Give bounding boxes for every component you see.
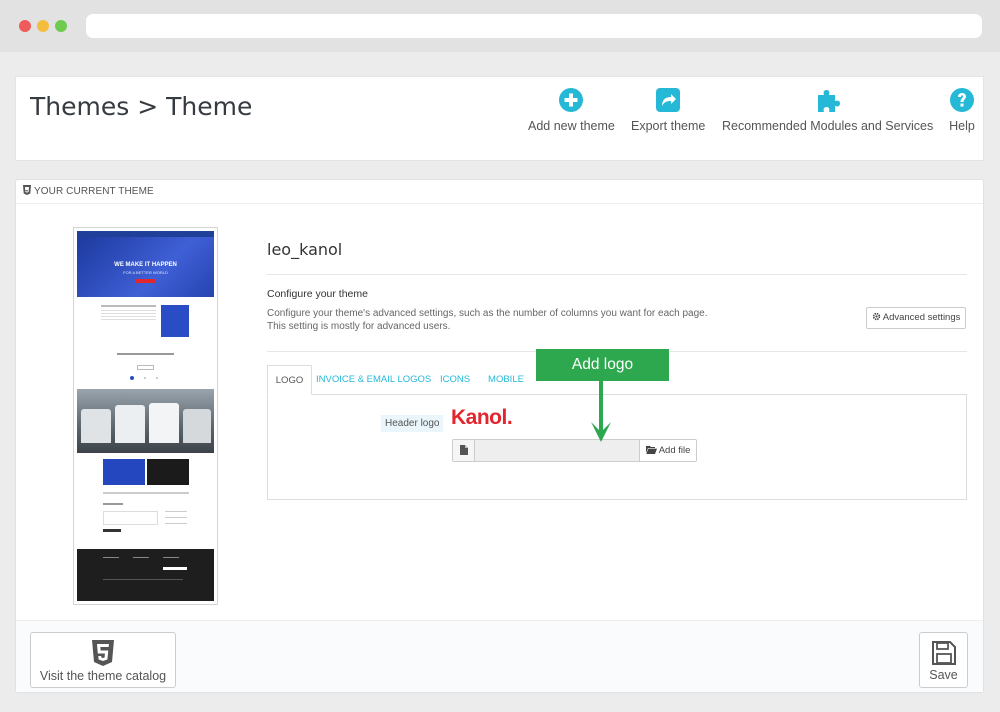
file-icon — [453, 440, 475, 461]
preview-about-section — [77, 303, 214, 345]
logo-tab-pane: Header logo Kanol. Add file — [267, 394, 967, 500]
preview-brands — [77, 489, 214, 497]
preview-trucks-image — [77, 389, 214, 453]
floppy-disk-icon — [931, 641, 956, 665]
preview-hero-button — [135, 279, 155, 283]
add-file-button[interactable]: Add file — [639, 440, 696, 461]
visit-theme-catalog-label: Visit the theme catalog — [39, 669, 167, 683]
configure-title: Configure your theme — [267, 288, 368, 300]
recommended-modules-button[interactable]: Recommended Modules and Services — [722, 87, 933, 133]
recommended-modules-label: Recommended Modules and Services — [722, 119, 934, 133]
help-label: Help — [949, 119, 975, 133]
annotation-arrow-icon — [591, 380, 611, 442]
window-close-dot[interactable] — [19, 20, 31, 32]
html5-small-icon — [23, 185, 31, 195]
theme-preview-image: WE MAKE IT HAPPEN FOR A BETTER WORLD — [77, 231, 214, 601]
preview-testimonial — [77, 351, 214, 381]
window-minimize-dot[interactable] — [37, 20, 49, 32]
tab-mobile[interactable]: MOBILE — [482, 365, 530, 395]
add-new-theme-label: Add new theme — [528, 119, 615, 133]
page-title: Themes > Theme — [30, 92, 253, 121]
logo-file-upload: Add file — [452, 439, 697, 462]
file-name-input[interactable] — [475, 440, 639, 461]
advanced-settings-button[interactable]: Advanced settings — [866, 307, 966, 329]
tab-logo[interactable]: LOGO — [267, 365, 312, 395]
preview-banners — [77, 459, 214, 485]
panel-heading: YOUR CURRENT THEME — [16, 180, 983, 204]
current-theme-panel: YOUR CURRENT THEME WE MAKE IT HAPPEN FOR… — [15, 179, 984, 693]
address-bar[interactable] — [86, 14, 982, 38]
preview-hero-subtext: FOR A BETTER WORLD — [123, 270, 168, 275]
tab-icons[interactable]: ICONS — [433, 365, 477, 395]
preview-footer — [77, 549, 214, 601]
current-logo-image: Kanol. — [451, 406, 513, 429]
save-label: Save — [929, 668, 958, 682]
divider — [267, 274, 967, 275]
export-theme-label: Export theme — [631, 119, 706, 133]
tab-invoice-email-logos[interactable]: INVOICE & EMAIL LOGOS — [316, 365, 431, 395]
help-button[interactable]: Help — [949, 87, 975, 133]
preview-hero-text: WE MAKE IT HAPPEN — [114, 262, 177, 268]
puzzle-icon — [817, 90, 840, 112]
export-theme-button[interactable]: Export theme — [631, 87, 705, 133]
preview-hero: WE MAKE IT HAPPEN FOR A BETTER WORLD — [77, 237, 214, 297]
theme-name: leo_kanol — [267, 240, 343, 259]
visit-theme-catalog-button[interactable]: Visit the theme catalog — [30, 632, 176, 688]
folder-open-icon — [645, 446, 657, 454]
plus-circle-icon — [559, 88, 584, 112]
browser-chrome — [0, 0, 1000, 52]
panel-heading-text: YOUR CURRENT THEME — [34, 186, 154, 197]
preview-contact — [77, 501, 214, 541]
theme-preview: WE MAKE IT HAPPEN FOR A BETTER WORLD — [73, 227, 218, 605]
html5-icon — [92, 640, 114, 666]
window-maximize-dot[interactable] — [55, 20, 67, 32]
add-new-theme-button[interactable]: Add new theme — [528, 87, 615, 133]
advanced-settings-label: Advanced settings — [882, 312, 961, 323]
page-header: Themes > Theme Add new theme Export them… — [15, 76, 984, 161]
header-logo-label: Header logo — [381, 415, 444, 432]
configure-description: Configure your theme's advanced settings… — [267, 308, 708, 332]
cog-icon — [872, 312, 880, 321]
save-button[interactable]: Save — [919, 632, 968, 688]
add-logo-annotation: Add logo — [536, 349, 669, 381]
panel-footer: Visit the theme catalog Save — [16, 620, 983, 692]
question-circle-icon — [950, 88, 974, 112]
share-icon — [656, 88, 681, 112]
add-file-label: Add file — [658, 445, 691, 456]
